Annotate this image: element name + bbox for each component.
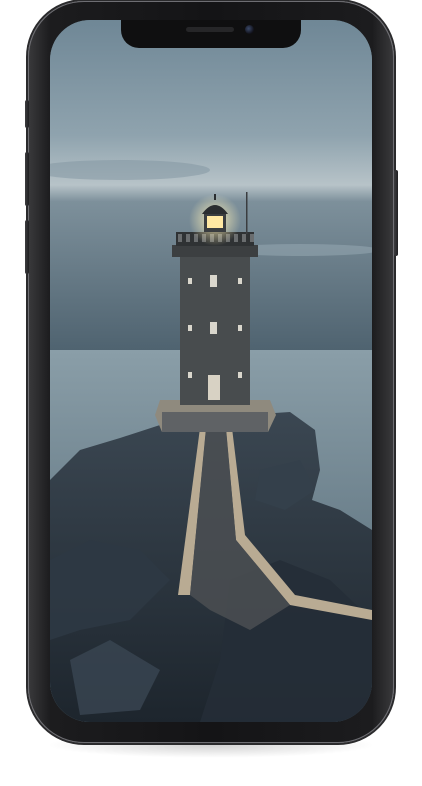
mute-switch — [25, 100, 29, 128]
camera-notch — [121, 20, 301, 48]
wallpaper-image — [50, 20, 372, 722]
lighthouse-door — [208, 375, 220, 400]
volume-up-button — [25, 152, 29, 206]
front-camera-icon — [245, 25, 254, 34]
power-button — [394, 170, 398, 256]
lighthouse-lamp — [207, 216, 223, 228]
earpiece-speaker — [186, 27, 234, 32]
phone-screen — [50, 20, 372, 722]
volume-down-button — [25, 220, 29, 274]
